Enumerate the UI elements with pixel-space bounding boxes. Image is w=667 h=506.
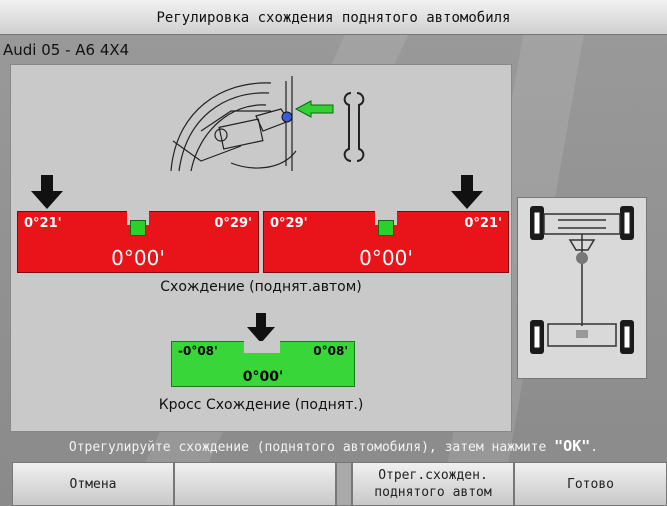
- scale-zero-marker: [130, 220, 146, 236]
- left-toe-value: 0°00': [111, 246, 165, 270]
- cross-toe-min: -0°08': [178, 344, 218, 358]
- right-toe-min: 0°29': [270, 216, 308, 231]
- adjust-label-line2: поднятого автом: [374, 485, 492, 500]
- cross-toe-caption: Кросс Схождение (поднят.): [158, 397, 364, 413]
- adjust-toe-lifted-button[interactable]: Отрег.схожден. поднятого автом: [352, 462, 514, 506]
- right-toe-scale: 0°29' 0°21' 0°00': [263, 211, 509, 273]
- wrench-icon: [343, 92, 365, 162]
- scale-notch: [244, 341, 280, 353]
- window-title: Регулировка схождения поднятого автомоби…: [156, 10, 511, 26]
- right-pointer-arrow: [451, 175, 483, 209]
- toe-caption: Схождение (поднят.автом): [160, 279, 362, 295]
- cross-toe-scale: -0°08' 0°08' 0°00': [171, 341, 355, 387]
- left-toe-max: 0°29': [214, 216, 252, 231]
- vehicle-label: Audi 05 - A6 4X4: [3, 41, 130, 59]
- adjustment-panel: 0°21' 0°29' 0°00' 0°29' 0°21' 0°00' Схож…: [10, 64, 512, 432]
- status-end: .: [590, 440, 599, 455]
- softkey-separator: [336, 462, 352, 506]
- left-pointer-arrow: [31, 175, 63, 209]
- car-chassis-diagram: [530, 206, 634, 354]
- done-label: Готово: [567, 476, 614, 492]
- cancel-button[interactable]: Отмена: [12, 462, 174, 506]
- right-toe-value: 0°00': [359, 246, 413, 270]
- status-ok: "OK": [554, 437, 591, 455]
- suspension-illustration: [170, 76, 365, 172]
- cross-toe-max: 0°08': [313, 344, 348, 358]
- status-text: Отрегулируйте схождение (поднятого автом…: [68, 440, 555, 455]
- vehicle-overview: [517, 197, 647, 379]
- scale-zero-marker: [378, 220, 394, 236]
- softkey-bar: Отмена Отрег.схожден. поднятого автом Го…: [12, 462, 667, 506]
- left-toe-min: 0°21': [24, 216, 62, 231]
- done-button[interactable]: Готово: [514, 462, 667, 506]
- status-message: Отрегулируйте схождение (поднятого автом…: [0, 437, 667, 455]
- cross-toe-value: 0°00': [242, 369, 284, 385]
- left-toe-scale: 0°21' 0°29' 0°00': [17, 211, 259, 273]
- cancel-label: Отмена: [69, 476, 117, 492]
- right-toe-max: 0°21': [464, 216, 502, 231]
- blank-softkey[interactable]: [174, 462, 336, 506]
- title-bar: Регулировка схождения поднятого автомоби…: [0, 0, 667, 35]
- adjust-label-line1: Отрег.схожден.: [378, 468, 488, 483]
